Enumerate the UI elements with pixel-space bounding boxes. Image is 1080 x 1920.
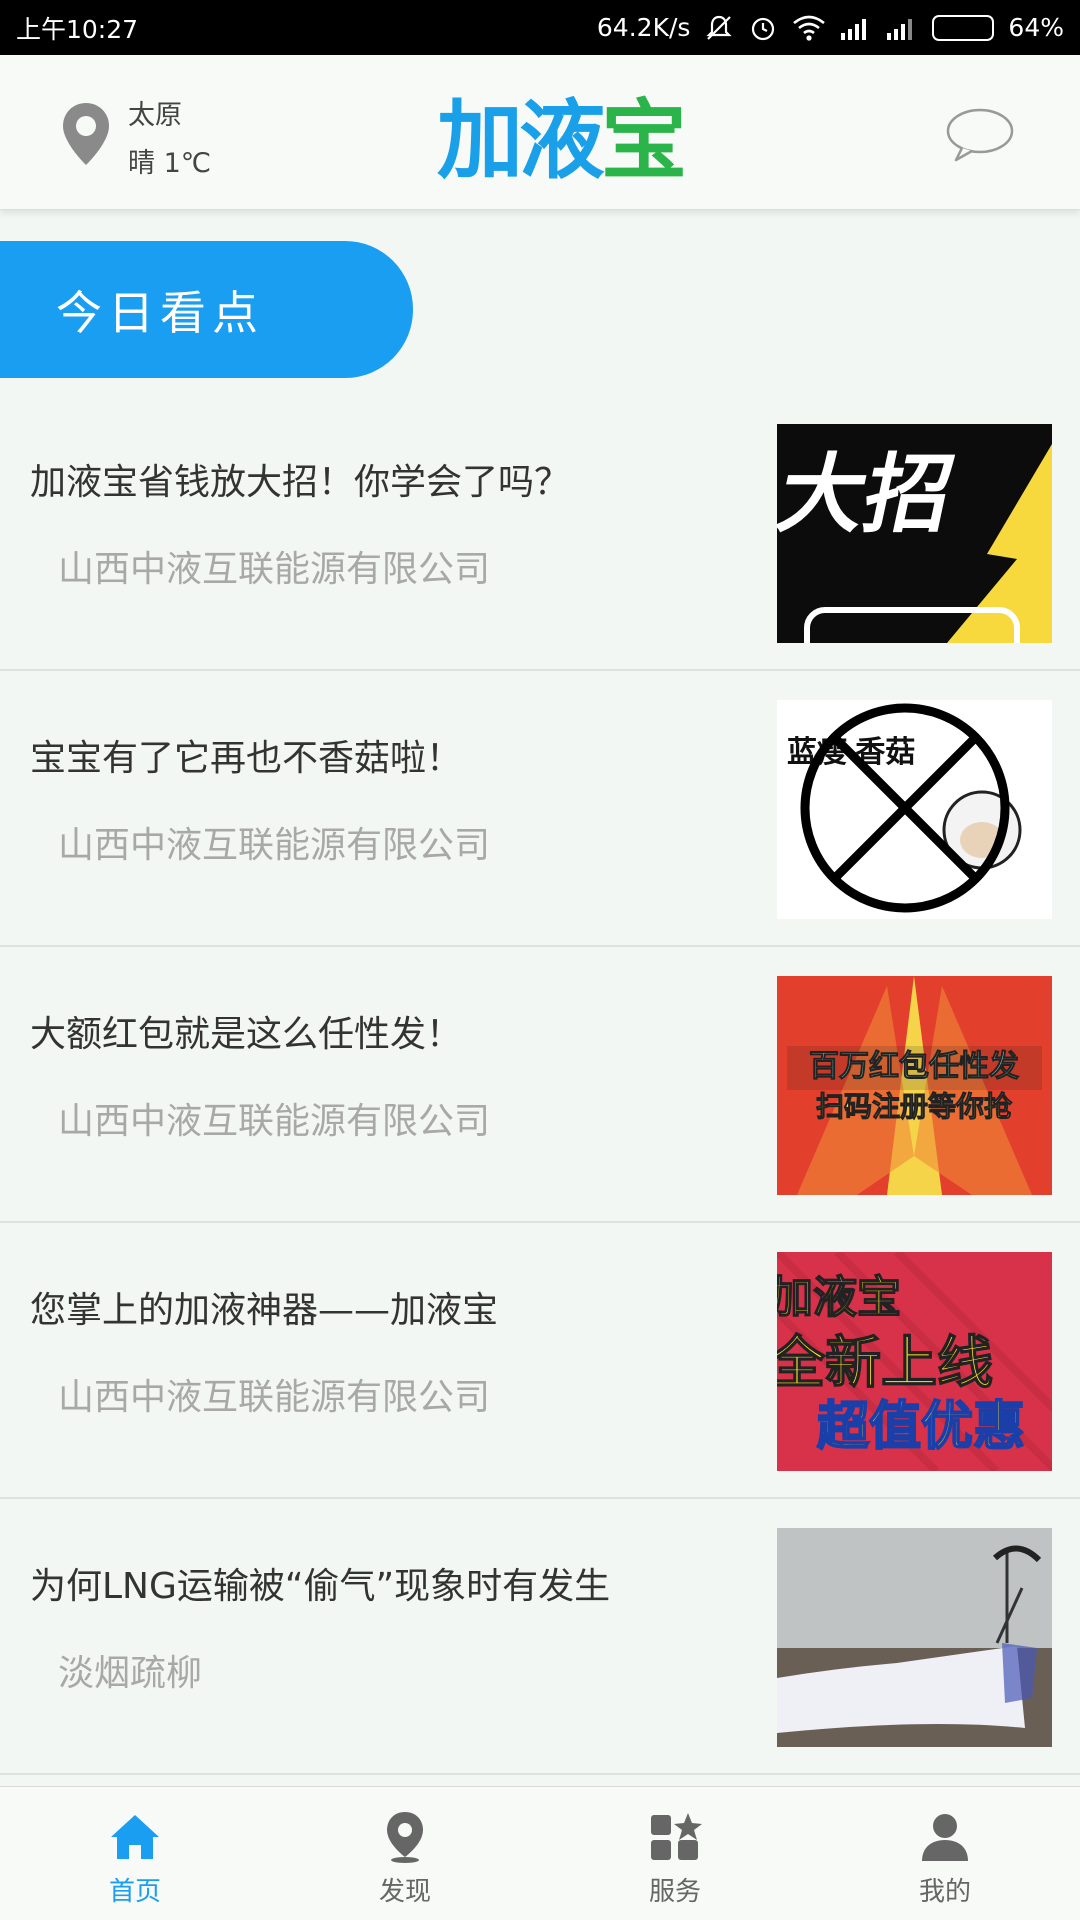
app-logo: 加液宝	[410, 77, 710, 191]
message-bubble-icon[interactable]	[944, 105, 1016, 165]
news-thumbnail[interactable]: 百万红包任性发 扫码注册等你抢	[777, 976, 1052, 1195]
nav-label: 首页	[108, 1877, 161, 1907]
status-bar: 上午10:27 64.2K/s 64%	[0, 0, 1080, 55]
signal-icon	[841, 18, 867, 40]
city-label[interactable]: 太原	[128, 93, 182, 132]
status-time: 上午10:27	[16, 14, 139, 44]
nav-label: 服务	[648, 1877, 701, 1907]
list-item[interactable]: 加液宝省钱放大招！你学会了吗？ 山西中液互联能源有限公司 大招	[0, 395, 1080, 671]
news-title[interactable]: 大额红包就是这么任性发！	[30, 1005, 462, 1057]
thumb-text: 加液宝	[777, 1273, 901, 1322]
news-source: 山西中液互联能源有限公司	[58, 1101, 491, 1142]
alarm-icon	[752, 17, 775, 40]
user-icon	[922, 1814, 968, 1861]
thumb-text: 大招	[777, 447, 962, 543]
weather-label: 晴 1℃	[128, 148, 212, 179]
thumb-text: 全新上线	[777, 1331, 993, 1394]
news-title[interactable]: 宝宝有了它再也不香菇啦！	[30, 729, 462, 781]
news-title[interactable]: 为何LNG运输被“偷气”现象时有发生	[30, 1557, 610, 1609]
news-thumbnail[interactable]	[777, 1528, 1052, 1747]
services-icon	[651, 1813, 702, 1860]
battery-icon	[932, 14, 995, 41]
battery-percent: 64%	[1008, 13, 1064, 42]
nav-item-services[interactable]: 服务	[540, 1787, 810, 1920]
network-speed: 64.2K/s	[596, 13, 691, 42]
news-source: 淡烟疏柳	[58, 1653, 203, 1694]
signal-icon	[887, 18, 913, 40]
status-icons: 64.2K/s 64%	[597, 13, 1064, 43]
news-title[interactable]: 加液宝省钱放大招！你学会了吗？	[30, 453, 570, 505]
bottom-nav: 首页 发现 服务 我的	[0, 1786, 1080, 1920]
mute-icon	[706, 15, 733, 40]
news-title[interactable]: 您掌上的加液神器——加液宝	[30, 1281, 498, 1333]
location-pin-icon[interactable]	[58, 99, 114, 169]
news-source: 山西中液互联能源有限公司	[58, 825, 491, 866]
wifi-icon	[793, 15, 826, 41]
list-item[interactable]: 宝宝有了它再也不香菇啦！ 山西中液互联能源有限公司 蓝瘦 香菇	[0, 671, 1080, 947]
logo-accent-glyph: 宝	[601, 90, 687, 191]
list-item[interactable]: 为何LNG运输被“偷气”现象时有发生 淡烟疏柳	[0, 1499, 1080, 1775]
logo-text: 加液宝	[437, 90, 687, 191]
news-thumbnail[interactable]: 加液宝 全新上线 超值优惠	[777, 1252, 1052, 1471]
news-thumbnail[interactable]: 大招	[777, 424, 1052, 643]
nav-label: 我的	[918, 1877, 971, 1907]
nav-item-home[interactable]: 首页	[0, 1787, 270, 1920]
news-source: 山西中液互联能源有限公司	[58, 1377, 491, 1418]
list-item[interactable]: 您掌上的加液神器——加液宝 山西中液互联能源有限公司 加液宝 全新上线 超值优惠	[0, 1223, 1080, 1499]
location-pin-icon	[387, 1812, 423, 1863]
nav-item-mine[interactable]: 我的	[810, 1787, 1080, 1920]
thumb-text: 百万红包任性发	[809, 1049, 1019, 1083]
news-source: 山西中液互联能源有限公司	[58, 549, 491, 590]
thumb-text: 超值优惠	[817, 1398, 1025, 1456]
thumb-text: 扫码注册等你抢	[816, 1090, 1013, 1122]
news-thumbnail[interactable]: 蓝瘦 香菇	[777, 700, 1052, 919]
nav-label: 发现	[378, 1877, 431, 1907]
nav-item-discover[interactable]: 发现	[270, 1787, 540, 1920]
home-icon	[111, 1815, 159, 1859]
list-item[interactable]: 大额红包就是这么任性发！ 山西中液互联能源有限公司 百万红包任性发 扫码注册等你…	[0, 947, 1080, 1223]
section-title-today: 今日看点	[0, 241, 413, 378]
app-header: 太原 晴 1℃ 加液宝	[0, 55, 1080, 210]
